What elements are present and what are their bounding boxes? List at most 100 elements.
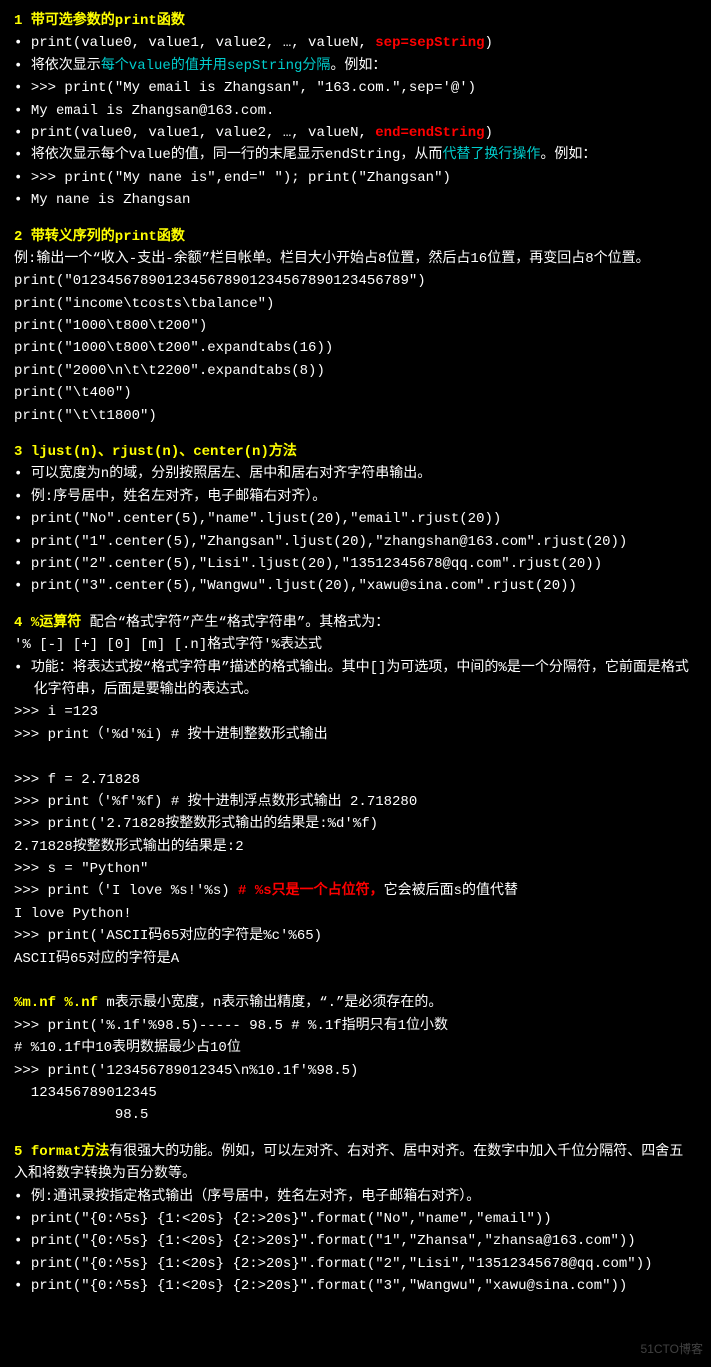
heading-number: 2 xyxy=(14,229,22,245)
text: print(value0, value1, value2, …, valueN, xyxy=(31,35,375,51)
code-line: print("2000\n\t\t2200".expandtabs(8)) xyxy=(14,360,697,382)
output-line: 2.71828按整数形式输出的结果是:2 xyxy=(14,836,697,858)
text: >>> print（'I love %s!'%s) xyxy=(14,883,238,899)
output-line: My nane is Zhangsan xyxy=(31,192,191,208)
section-2-heading: 2 带转义序列的print函数 xyxy=(14,226,697,248)
text: ) xyxy=(485,35,493,51)
text: 将依次显示 xyxy=(31,58,101,74)
section-2: 2 带转义序列的print函数 例:输出一个“收入-支出-余额”栏目帐单。栏目大… xyxy=(14,226,697,428)
code-line: >>> s = "Python" xyxy=(14,858,697,880)
list-item: >>> print("My nane is",end=" "); print("… xyxy=(14,167,697,189)
code-line: >>> print('2.71828按整数形式输出的结果是:%d'%f) xyxy=(14,813,697,835)
text: 。例如： xyxy=(330,58,386,74)
heading-text: 带转义序列的print函数 xyxy=(31,229,185,245)
text: m表示最小宽度，n表示输出精度，“.”是必须存在的。 xyxy=(98,995,442,1011)
text: 例:序号居中，姓名左对齐，电子邮箱右对齐）。 xyxy=(31,489,326,505)
heading-text: 带可选参数的print函数 xyxy=(31,13,185,29)
heading-rest: 配合“格式字符”产生“格式字符串”。其格式为： xyxy=(81,615,389,631)
list-item: print(value0, value1, value2, …, valueN,… xyxy=(14,32,697,54)
list-item: print("{0:^5s} {1:<20s} {2:>20s}".format… xyxy=(14,1275,697,1297)
code-line: print("1000\t800\t200") xyxy=(14,315,697,337)
code-line: print("{0:^5s} {1:<20s} {2:>20s}".format… xyxy=(31,1233,636,1249)
code-line: >>> print('123456789012345\n%10.1f'%98.5… xyxy=(14,1060,697,1082)
code-line: >>> f = 2.71828 xyxy=(14,769,697,791)
heading-number: 4 xyxy=(14,615,22,631)
list-item: print("3".center(5),"Wangwu".ljust(20),"… xyxy=(14,575,697,597)
heading-text: format方法 xyxy=(31,1144,109,1160)
output-line: 123456789012345 xyxy=(14,1082,697,1104)
param-red: end=endString xyxy=(375,125,484,141)
code-line: >>> i =123 xyxy=(14,701,697,723)
code-line: print("1000\t800\t200".expandtabs(16)) xyxy=(14,337,697,359)
code-line: >>> print('%.1f'%98.5)----- 98.5 # %.1f指… xyxy=(14,1015,697,1037)
list-item: 将依次显示每个value的值，同一行的末尾显示endString，从而代替了换行… xyxy=(14,144,697,166)
list-item: print("{0:^5s} {1:<20s} {2:>20s}".format… xyxy=(14,1253,697,1275)
section-1-heading: 1 带可选参数的print函数 xyxy=(14,10,697,32)
text: 功能：将表达式按“格式字符串”描述的格式输出。其中[]为可选项，中间的%是一个分… xyxy=(31,660,689,698)
code-line: >>> print（'I love %s!'%s) # %s只是一个占位符，它会… xyxy=(14,880,697,902)
list-item: 例:通讯录按指定格式输出（序号居中，姓名左对齐，电子邮箱右对齐）。 xyxy=(14,1186,697,1208)
code-line: >>> print（'%f'%f) # 按十进制浮点数形式输出 2.718280 xyxy=(14,791,697,813)
list-item: 例:序号居中，姓名左对齐，电子邮箱右对齐）。 xyxy=(14,486,697,508)
code-line: print("3".center(5),"Wangwu".ljust(20),"… xyxy=(31,578,577,594)
heading-text: ljust(n)、rjust(n)、center(n)方法 xyxy=(31,444,297,460)
list-item: 将依次显示每个value的值并用sepString分隔。例如： xyxy=(14,55,697,77)
heading-number: 3 xyxy=(14,444,22,460)
output-line: My email is Zhangsan@163.com. xyxy=(31,103,275,119)
code-line: print("income\tcosts\tbalance") xyxy=(14,293,697,315)
output-line: ASCII码65对应的字符是A xyxy=(14,948,697,970)
section-3-heading: 3 ljust(n)、rjust(n)、center(n)方法 xyxy=(14,441,697,463)
text: ) xyxy=(485,125,493,141)
section-5-heading: 5 format方法有很强大的功能。例如，可以左对齐、右对齐、居中对齐。在数字中… xyxy=(14,1141,697,1186)
list-item: 功能：将表达式按“格式字符串”描述的格式输出。其中[]为可选项，中间的%是一个分… xyxy=(14,657,697,702)
format-note: %m.nf %.nf m表示最小宽度，n表示输出精度，“.”是必须存在的。 xyxy=(14,992,697,1014)
text-teal: 代替了换行操作 xyxy=(442,147,540,163)
text-line: 例:输出一个“收入-支出-余额”栏目帐单。栏目大小开始占8位置，然后占16位置，… xyxy=(14,248,697,293)
code-line: >>> print('ASCII码65对应的字符是%c'%65) xyxy=(14,925,697,947)
section-4: 4 %运算符 配合“格式字符”产生“格式字符串”。其格式为： '% [-] [+… xyxy=(14,612,697,1127)
format-template: '% [-] [+] [0] [m] [.n]格式字符'%表达式 xyxy=(14,634,697,656)
text-teal: 每个value的值并用sepString分隔 xyxy=(101,58,331,74)
code-line: print("\t400") xyxy=(14,382,697,404)
heading-text: %运算符 xyxy=(31,615,81,631)
list-item: My email is Zhangsan@163.com. xyxy=(14,100,697,122)
section-3: 3 ljust(n)、rjust(n)、center(n)方法 可以宽度为n的域… xyxy=(14,441,697,598)
text: 。例如： xyxy=(540,147,596,163)
list-item: print("{0:^5s} {1:<20s} {2:>20s}".format… xyxy=(14,1208,697,1230)
blank-line xyxy=(14,746,697,768)
list-item: >>> print("My email is Zhangsan", "163.c… xyxy=(14,77,697,99)
param-red: sep=sepString xyxy=(375,35,484,51)
list-item: print("1".center(5),"Zhangsan".ljust(20)… xyxy=(14,531,697,553)
text: print(value0, value1, value2, …, valueN, xyxy=(31,125,375,141)
section-5: 5 format方法有很强大的功能。例如，可以左对齐、右对齐、居中对齐。在数字中… xyxy=(14,1141,697,1298)
section-4-list: 功能：将表达式按“格式字符串”描述的格式输出。其中[]为可选项，中间的%是一个分… xyxy=(14,657,697,702)
section-3-list: 可以宽度为n的域，分别按照居左、居中和居右对齐字符串输出。 例:序号居中，姓名左… xyxy=(14,463,697,597)
comment-red: # %s只是一个占位符， xyxy=(238,883,384,899)
text: 将依次显示每个value的值，同一行的末尾显示endString，从而 xyxy=(31,147,443,163)
list-item: print("{0:^5s} {1:<20s} {2:>20s}".format… xyxy=(14,1230,697,1252)
text: 例:通讯录按指定格式输出（序号居中，姓名左对齐，电子邮箱右对齐）。 xyxy=(31,1189,480,1205)
list-item: print(value0, value1, value2, …, valueN,… xyxy=(14,122,697,144)
code-line: print("No".center(5),"name".ljust(20),"e… xyxy=(31,511,501,527)
heading-number: 1 xyxy=(14,13,22,29)
code-line: print("\t\t1800") xyxy=(14,405,697,427)
heading-number: 5 xyxy=(14,1144,22,1160)
section-5-list: 例:通讯录按指定格式输出（序号居中，姓名左对齐，电子邮箱右对齐）。 print(… xyxy=(14,1186,697,1298)
comment-line: # %10.1f中10表明数据最少占10位 xyxy=(14,1037,697,1059)
code-line: print("{0:^5s} {1:<20s} {2:>20s}".format… xyxy=(31,1278,628,1294)
code-line: print("1".center(5),"Zhangsan".ljust(20)… xyxy=(31,534,628,550)
watermark: 51CTO博客 xyxy=(641,1340,703,1359)
section-1: 1 带可选参数的print函数 print(value0, value1, va… xyxy=(14,10,697,212)
code-line: print("{0:^5s} {1:<20s} {2:>20s}".format… xyxy=(31,1256,653,1272)
list-item: My nane is Zhangsan xyxy=(14,189,697,211)
code-line: print("2".center(5),"Lisi".ljust(20),"13… xyxy=(31,556,602,572)
section-4-heading: 4 %运算符 配合“格式字符”产生“格式字符串”。其格式为： xyxy=(14,612,697,634)
section-1-list: print(value0, value1, value2, …, valueN,… xyxy=(14,32,697,211)
blank-line xyxy=(14,970,697,992)
code-line: print("{0:^5s} {1:<20s} {2:>20s}".format… xyxy=(31,1211,552,1227)
text: 它会被后面s的值代替 xyxy=(384,883,518,899)
list-item: print("2".center(5),"Lisi".ljust(20),"13… xyxy=(14,553,697,575)
text-yellow: %m.nf %.nf xyxy=(14,995,98,1011)
list-item: print("No".center(5),"name".ljust(20),"e… xyxy=(14,508,697,530)
output-line: I love Python! xyxy=(14,903,697,925)
